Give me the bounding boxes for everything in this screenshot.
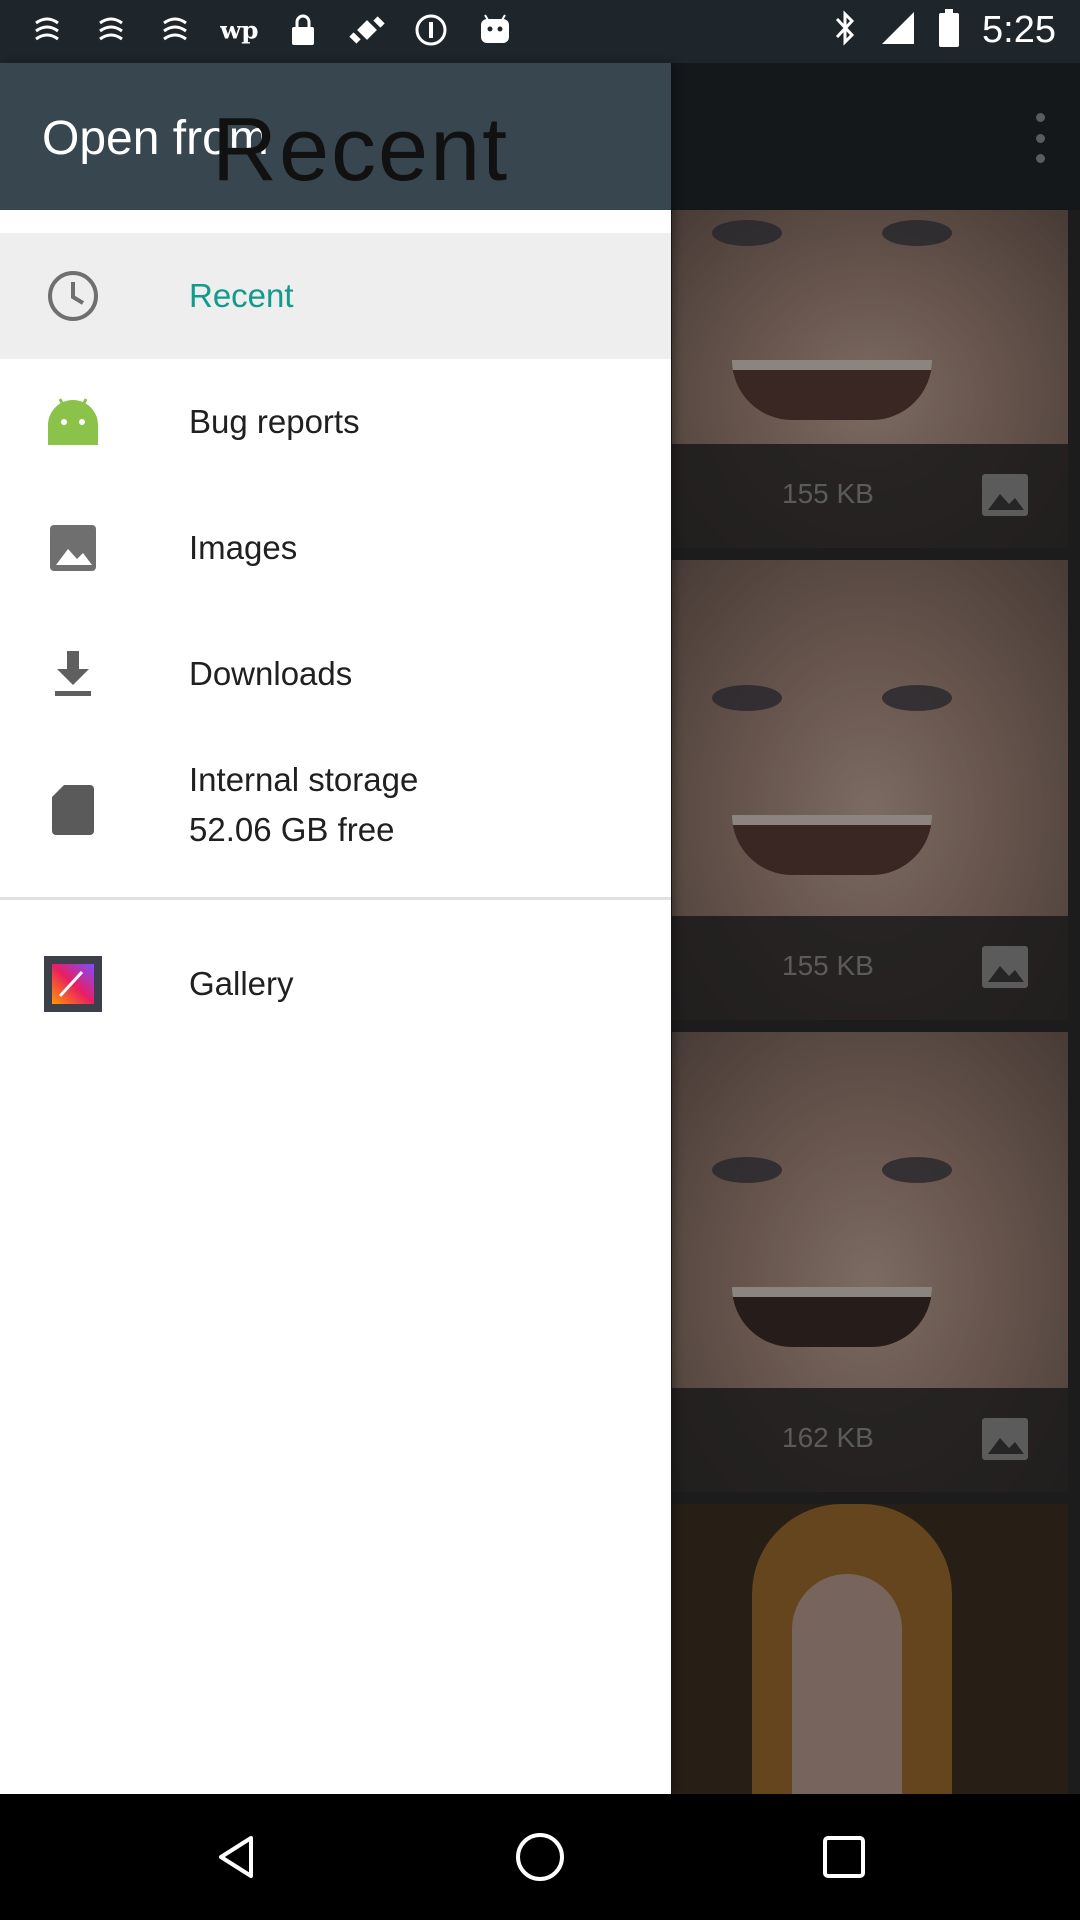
svg-text:wp: wp [220, 16, 258, 45]
wp-icon: wp [220, 10, 258, 50]
signal-icon [880, 10, 916, 51]
drawer-divider [0, 897, 671, 900]
lock-icon [284, 10, 322, 50]
drawer-item-sublabel: 52.06 GB free [189, 811, 395, 848]
download-icon [44, 645, 102, 703]
drawer-header: Open from Recent [0, 63, 671, 210]
system-nav-bar [0, 1794, 1080, 1920]
status-time: 5:25 [982, 9, 1056, 51]
fake-gps-icon [348, 10, 386, 50]
drawer-item-internal-storage[interactable]: Internal storage 52.06 GB free [0, 737, 671, 887]
drawer-item-label: Bug reports [189, 403, 360, 440]
home-button[interactable] [510, 1827, 570, 1887]
android-icon [44, 393, 102, 451]
back-button[interactable] [206, 1827, 266, 1887]
overlay-title: Recent [212, 100, 510, 200]
navigation-drawer: Open from Recent Recent Bug reports Imag… [0, 63, 671, 1794]
info-icon [412, 10, 450, 50]
clock-icon [44, 267, 102, 325]
drawer-item-gallery[interactable]: Gallery [0, 921, 671, 1047]
gallery-app-icon [44, 955, 102, 1013]
bluetooth-icon [832, 8, 858, 53]
status-bar: wp 5:25 [0, 0, 1080, 63]
notification-icon [92, 10, 130, 50]
drawer-item-label: Gallery [189, 965, 294, 1002]
battery-icon [938, 9, 960, 52]
image-icon [44, 519, 102, 577]
drawer-item-bug-reports[interactable]: Bug reports [0, 359, 671, 485]
sd-card-icon [44, 781, 102, 839]
notification-icon [28, 10, 66, 50]
drawer-item-label: Downloads [189, 655, 353, 692]
drawer-item-images[interactable]: Images [0, 485, 671, 611]
drawer-item-recent[interactable]: Recent [0, 233, 671, 359]
drawer-item-downloads[interactable]: Downloads [0, 611, 671, 737]
android-debug-icon [476, 10, 514, 50]
notification-icon [156, 10, 194, 50]
drawer-item-label: Recent [189, 277, 294, 314]
drawer-item-label: Images [189, 529, 298, 566]
drawer-item-label: Internal storage [189, 761, 419, 798]
recents-button[interactable] [814, 1827, 874, 1887]
